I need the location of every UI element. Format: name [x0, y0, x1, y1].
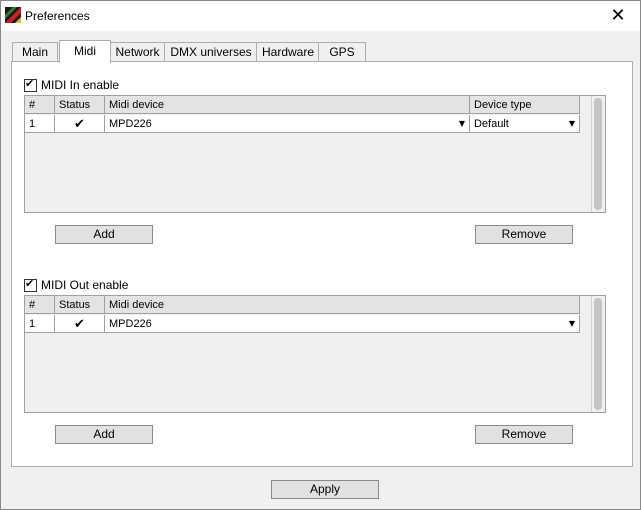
midi-out-table-header: # Status Midi device	[25, 296, 580, 314]
tab-main[interactable]: Main	[12, 42, 58, 62]
tab-hardware[interactable]: Hardware	[256, 42, 320, 62]
title-bar: Preferences ✕	[1, 1, 640, 31]
col-midi-device: Midi device	[105, 96, 470, 114]
col-index: #	[25, 96, 55, 114]
status-check-icon[interactable]: ✔	[55, 115, 105, 133]
tab-midi[interactable]: Midi	[59, 40, 111, 63]
chevron-down-icon: ▼	[458, 119, 465, 128]
midi-in-label: MIDI In enable	[41, 78, 120, 92]
midi-in-table: # Status Midi device Device type 1 ✔ MPD…	[24, 95, 606, 213]
chevron-down-icon: ▼	[568, 119, 575, 128]
col-device-type: Device type	[470, 96, 580, 114]
preferences-window: Preferences ✕ Main Midi Network DMX univ…	[0, 0, 641, 510]
midi-device-select[interactable]: MPD226 ▼	[105, 115, 470, 133]
row-index: 1	[25, 115, 55, 133]
tab-gps[interactable]: GPS	[318, 42, 366, 62]
midi-out-add-button[interactable]: Add	[55, 425, 153, 444]
midi-in-remove-button[interactable]: Remove	[475, 225, 573, 244]
app-icon	[5, 7, 21, 23]
tab-dmx-universes[interactable]: DMX universes	[164, 42, 258, 62]
midi-in-enable[interactable]: ✔ MIDI In enable	[24, 76, 120, 92]
scroll-thumb[interactable]	[594, 98, 602, 210]
col-status: Status	[55, 296, 105, 314]
status-check-icon[interactable]: ✔	[55, 315, 105, 333]
midi-device-value: MPD226	[109, 318, 152, 330]
col-midi-device: Midi device	[105, 296, 580, 314]
check-icon: ✔	[25, 76, 35, 90]
midi-out-enable[interactable]: ✔ MIDI Out enable	[24, 276, 129, 292]
midi-in-checkbox[interactable]: ✔	[24, 76, 37, 92]
close-button[interactable]: ✕	[596, 1, 640, 31]
col-status: Status	[55, 96, 105, 114]
midi-in-add-button[interactable]: Add	[55, 225, 153, 244]
midi-out-scrollbar[interactable]	[591, 296, 604, 412]
tab-network[interactable]: Network	[109, 42, 166, 62]
device-type-value: Default	[474, 118, 509, 130]
check-icon: ✔	[25, 276, 35, 290]
midi-in-table-header: # Status Midi device Device type	[25, 96, 580, 114]
col-index: #	[25, 296, 55, 314]
apply-button[interactable]: Apply	[271, 480, 379, 499]
row-index: 1	[25, 315, 55, 333]
midi-device-value: MPD226	[109, 118, 152, 130]
midi-out-remove-button[interactable]: Remove	[475, 425, 573, 444]
midi-in-scrollbar[interactable]	[591, 96, 604, 212]
scroll-thumb[interactable]	[594, 298, 602, 410]
chevron-down-icon: ▼	[568, 319, 575, 328]
midi-out-label: MIDI Out enable	[41, 278, 129, 292]
close-icon: ✕	[610, 5, 626, 26]
midi-tab-panel: ✔ MIDI In enable # Status Midi device De…	[11, 61, 633, 467]
window-title: Preferences	[25, 9, 90, 23]
device-type-select[interactable]: Default ▼	[470, 115, 580, 133]
midi-out-table: # Status Midi device 1 ✔ MPD226 ▼	[24, 295, 606, 413]
midi-out-checkbox[interactable]: ✔	[24, 276, 37, 292]
midi-device-select[interactable]: MPD226 ▼	[105, 315, 580, 333]
